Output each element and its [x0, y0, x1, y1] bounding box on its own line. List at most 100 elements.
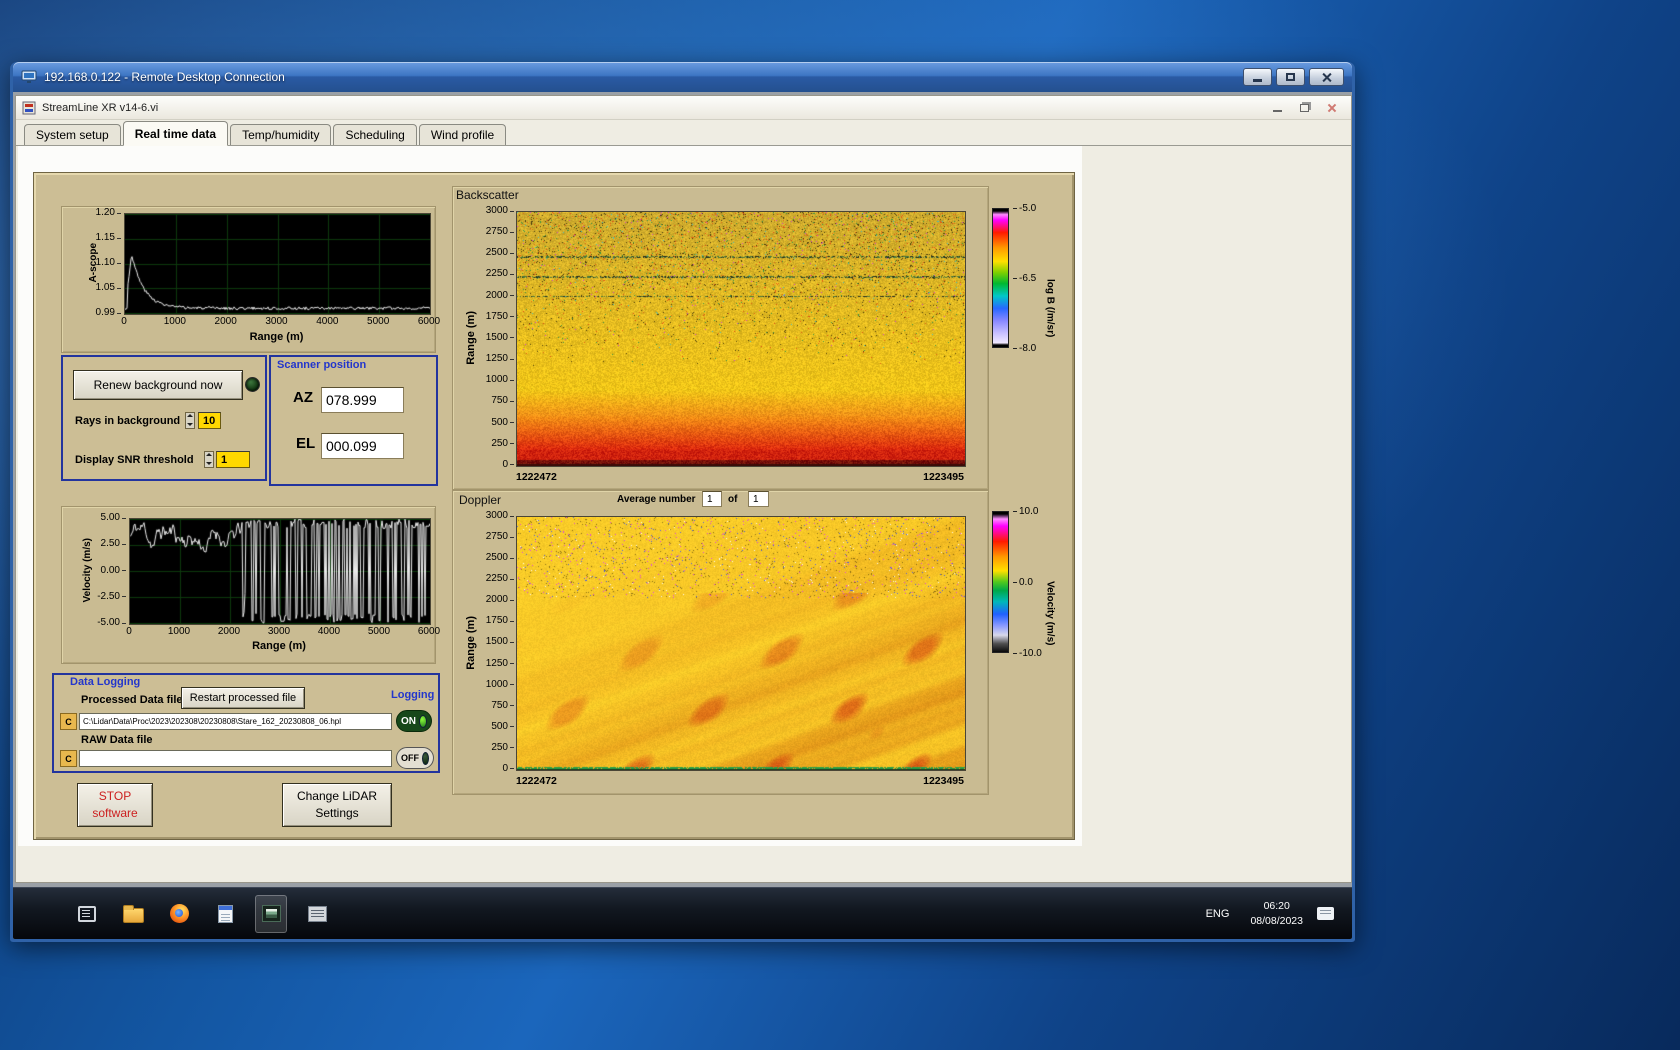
renew-background-led [245, 377, 260, 392]
scanner-position-group: Scanner position AZ 078.999 EL 000.099 [269, 355, 438, 486]
snr-spinner[interactable] [204, 451, 214, 468]
tab-wind-profile[interactable]: Wind profile [418, 124, 507, 145]
tick-label: 0 [121, 316, 127, 327]
rdp-minimize-button[interactable] [1243, 68, 1272, 86]
raw-path-drive[interactable]: C [60, 750, 77, 767]
rdp-titlebar[interactable]: 192.168.0.122 - Remote Desktop Connectio… [13, 62, 1352, 92]
streamline-app-icon [261, 905, 281, 922]
doppler-x-ticks: 1222472 1223495 [516, 775, 964, 787]
tab-system-setup[interactable]: System setup [24, 124, 121, 145]
velocity-plot [129, 518, 431, 625]
processed-logging-toggle[interactable]: ON [396, 710, 432, 732]
tick-label: -2.50 [97, 591, 126, 603]
tick-label: 2.50 [101, 538, 126, 550]
scan-scheduler-icon [307, 905, 327, 922]
doppler-title: Doppler [459, 493, 502, 507]
app-vi-icon [22, 101, 36, 114]
tick-label: 1250 [486, 658, 514, 670]
tick-label: 6000 [417, 626, 441, 637]
average-number-value[interactable]: 1 [702, 491, 722, 507]
tick-label: 0.00 [101, 565, 126, 577]
taskbar-clock[interactable]: 06:20 08/08/2023 [1250, 899, 1303, 928]
change-lidar-settings-button[interactable]: Change LiDAR Settings [282, 783, 392, 827]
tick-label: 1223495 [923, 471, 964, 483]
change-settings-line1: Change LiDAR [296, 788, 378, 803]
tick-label: 250 [491, 742, 514, 754]
tick-label: 5000 [367, 626, 391, 637]
tick-label: 750 [491, 700, 514, 712]
average-of-count: 1 [748, 491, 769, 507]
backscatter-colorbar [992, 208, 1009, 348]
tick-label: 1500 [486, 332, 514, 344]
tick-label: 5000 [367, 316, 390, 327]
rdp-computer-icon [21, 70, 37, 83]
tick-label: 250 [491, 438, 514, 450]
app-titlebar[interactable]: StreamLine XR v14-6.vi [16, 96, 1351, 120]
desktop: { "rdp": { "title": "192.168.0.122 - Rem… [0, 0, 1680, 1050]
tab-real-time-data[interactable]: Real time data [122, 121, 229, 146]
doppler-y-axis-label: Range (m) [465, 615, 477, 670]
tick-label: 2750 [486, 531, 514, 543]
processed-path-drive[interactable]: C [60, 713, 77, 730]
tick-label: 1.05 [96, 282, 121, 294]
rdp-maximize-button[interactable] [1276, 68, 1305, 86]
scanner-position-title: Scanner position [277, 359, 367, 371]
taskview-icon [78, 905, 96, 922]
ascope-x-axis-label: Range (m) [249, 331, 304, 343]
tick-label: 5.00 [101, 512, 126, 524]
el-value: 000.099 [321, 433, 404, 459]
notification-icon[interactable] [1317, 907, 1334, 920]
raw-logging-toggle-label: OFF [401, 753, 419, 763]
logging-label: Logging [391, 689, 435, 701]
rdp-window-title: 192.168.0.122 - Remote Desktop Connectio… [44, 70, 285, 84]
rays-in-background-value[interactable]: 10 [198, 412, 221, 429]
tick-label: 3000 [267, 626, 291, 637]
rdp-close-button[interactable] [1309, 68, 1344, 86]
tick-label: 0 [126, 626, 132, 637]
taskview-button[interactable] [71, 895, 103, 933]
raw-path-input[interactable] [79, 750, 392, 767]
raw-logging-toggle[interactable]: OFF [396, 747, 434, 769]
streamline-app-button[interactable] [255, 894, 287, 933]
backscatter-x-ticks: 1222472 1223495 [516, 471, 964, 483]
app-close-button[interactable] [1327, 103, 1337, 113]
data-logging-group: Data Logging Processed Data file Restart… [52, 673, 440, 773]
tick-label: 2500 [486, 247, 514, 259]
snr-threshold-value[interactable]: 1 [216, 451, 250, 468]
backscatter-plot [516, 211, 966, 467]
tick-label: 2000 [486, 290, 514, 302]
tick-label: 1250 [486, 353, 514, 365]
firefox-button[interactable] [163, 895, 195, 933]
doppler-colorbar-label: Velocity (m/s) [1044, 580, 1056, 646]
tick-label: 3000 [486, 205, 514, 217]
realtime-panel: A-scope 1.20 1.15 1.10 1.05 0.99 0 1000 2000 30… [33, 172, 1075, 840]
az-label: AZ [293, 389, 313, 406]
tab-scheduling[interactable]: Scheduling [333, 124, 417, 145]
tick-label: 0 [502, 763, 514, 775]
rays-spinner[interactable] [185, 412, 195, 429]
language-indicator[interactable]: ENG [1199, 903, 1237, 925]
tick-label: 2000 [214, 316, 237, 327]
stop-software-button[interactable]: STOP software [77, 783, 153, 827]
scan-scheduler-button[interactable] [301, 895, 333, 933]
tick-label: 1222472 [516, 471, 557, 483]
firefox-icon [169, 904, 189, 923]
tab-temp-humidity[interactable]: Temp/humidity [230, 124, 332, 145]
restart-processed-file-button[interactable]: Restart processed file [181, 687, 305, 709]
renew-background-button[interactable]: Renew background now [73, 370, 243, 400]
notepad-button[interactable] [209, 895, 241, 933]
tick-label: 1750 [486, 615, 514, 627]
tick-label: 1000 [167, 626, 191, 637]
app-minimize-button[interactable] [1273, 109, 1282, 112]
file-explorer-button[interactable] [117, 895, 149, 933]
app-restore-button[interactable] [1300, 103, 1309, 112]
tick-label: 2250 [486, 573, 514, 585]
processed-path-input[interactable]: C:\Lidar\Data\Proc\2023\202308\20230808\… [79, 713, 392, 730]
backscatter-y-axis-label: Range (m) [465, 311, 477, 365]
tick-label: 2750 [486, 226, 514, 238]
folder-icon [122, 905, 144, 923]
raw-data-file-label: RAW Data file [81, 734, 153, 746]
tick-label: 1000 [486, 679, 514, 691]
tick-label: 1222472 [516, 775, 557, 787]
app-window: StreamLine XR v14-6.vi System setup Real… [15, 95, 1352, 883]
